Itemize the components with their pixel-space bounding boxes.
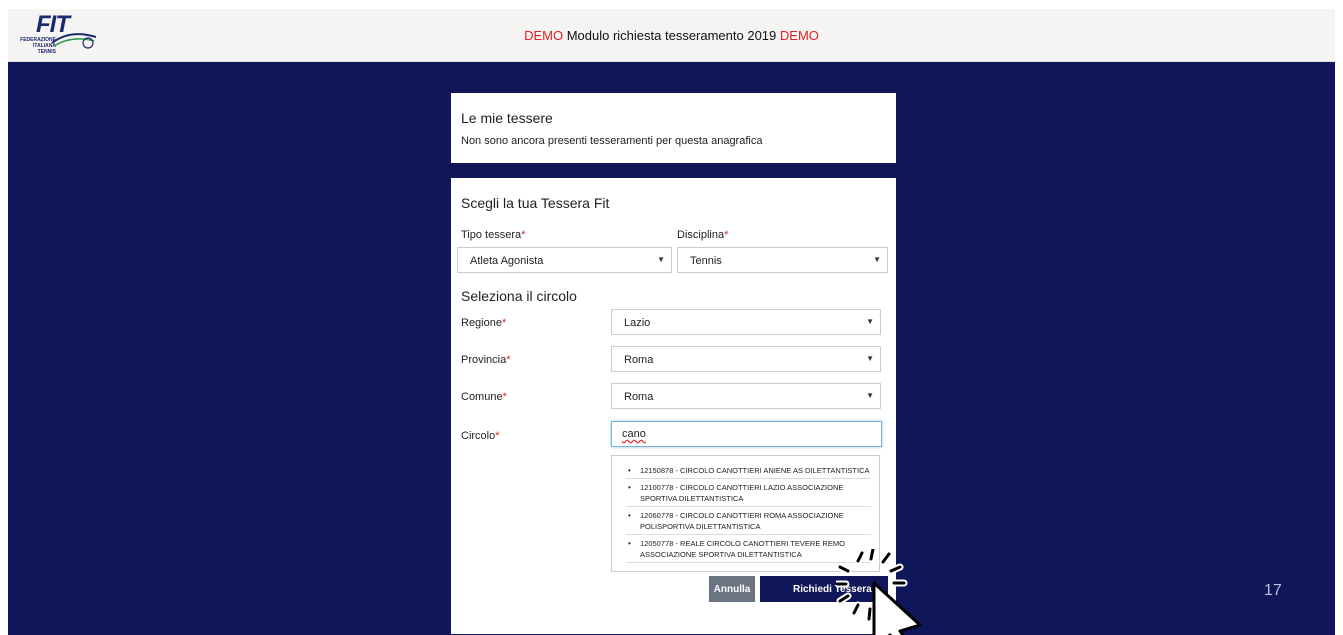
circolo-label-text: Circolo — [461, 430, 496, 442]
tipo-tessera-select[interactable]: Atleta Agonista ▼ — [457, 247, 672, 273]
top-header: FIT Federazione Italiana Tennis DEMO Mod… — [8, 9, 1335, 62]
circle-section-title: Seleziona il circolo — [461, 288, 577, 304]
chevron-down-icon: ▼ — [866, 317, 874, 326]
required-mark: * — [506, 354, 511, 366]
comune-label: Comune* — [461, 391, 507, 403]
app-frame: FIT Federazione Italiana Tennis DEMO Mod… — [8, 9, 1335, 635]
comune-select[interactable]: Roma ▼ — [611, 383, 881, 409]
cancel-button[interactable]: Annulla — [709, 576, 755, 602]
disciplina-label: Disciplina* — [677, 229, 728, 241]
suggestion-item[interactable]: 12150878 - CIRCOLO CANOTTIERI ANIENE AS … — [626, 462, 871, 479]
disciplina-label-text: Disciplina — [677, 229, 725, 241]
suggestion-item[interactable]: 12060778 - CIRCOLO CANOTTIERI ROMA ASSOC… — [626, 507, 871, 535]
page-title: DEMO Modulo richiesta tesseramento 2019 … — [8, 28, 1335, 43]
slide-number: 17 — [1264, 582, 1282, 599]
click-pointer-icon — [836, 549, 922, 635]
chevron-down-icon: ▼ — [866, 354, 874, 363]
required-mark: * — [724, 229, 729, 241]
my-cards-title: Le mie tessere — [461, 110, 553, 126]
disciplina-value: Tennis — [690, 255, 722, 267]
suggestion-item[interactable]: 12050778 - REALE CIRCOLO CANOTTIERI TEVE… — [626, 535, 871, 563]
my-cards-message: Non sono ancora presenti tesseramenti pe… — [461, 135, 763, 147]
disciplina-select[interactable]: Tennis ▼ — [677, 247, 888, 273]
comune-value: Roma — [624, 391, 654, 403]
required-mark: * — [495, 430, 500, 442]
chevron-down-icon: ▼ — [866, 391, 874, 400]
required-mark: * — [502, 391, 507, 403]
provincia-label: Provincia* — [461, 354, 511, 366]
chevron-down-icon: ▼ — [873, 255, 881, 264]
provincia-label-text: Provincia — [461, 354, 507, 366]
provincia-select[interactable]: Roma ▼ — [611, 346, 881, 372]
demo-label-left: DEMO — [524, 28, 564, 43]
required-mark: * — [521, 229, 526, 241]
suggestions-list: 12150878 - CIRCOLO CANOTTIERI ANIENE AS … — [612, 456, 879, 563]
circolo-input-value: cano — [622, 428, 646, 440]
required-mark: * — [501, 317, 507, 329]
provincia-value: Roma — [624, 354, 654, 366]
regione-label: Regione* — [461, 317, 506, 329]
comune-label-text: Comune — [461, 391, 503, 403]
demo-label-right: DEMO — [779, 28, 819, 43]
tipo-tessera-value: Atleta Agonista — [470, 255, 544, 267]
regione-value: Lazio — [624, 317, 651, 329]
regione-label-text: Regione — [461, 317, 502, 329]
regione-select[interactable]: Lazio ▼ — [611, 309, 881, 335]
circolo-label: Circolo* — [461, 430, 500, 442]
chevron-down-icon: ▼ — [657, 255, 665, 264]
form-title: Scegli la tua Tessera Fit — [461, 195, 610, 211]
my-cards-panel: Le mie tessere Non sono ancora presenti … — [451, 93, 896, 163]
tipo-tessera-label: Tipo tessera* — [461, 229, 525, 241]
title-main: Modulo richiesta tesseramento 2019 — [563, 28, 780, 43]
circolo-search-input[interactable]: cano — [611, 421, 882, 447]
suggestion-item[interactable]: 12100778 - CIRCOLO CANOTTIERI LAZIO ASSO… — [626, 479, 871, 507]
tipo-tessera-label-text: Tipo tessera — [461, 229, 522, 241]
